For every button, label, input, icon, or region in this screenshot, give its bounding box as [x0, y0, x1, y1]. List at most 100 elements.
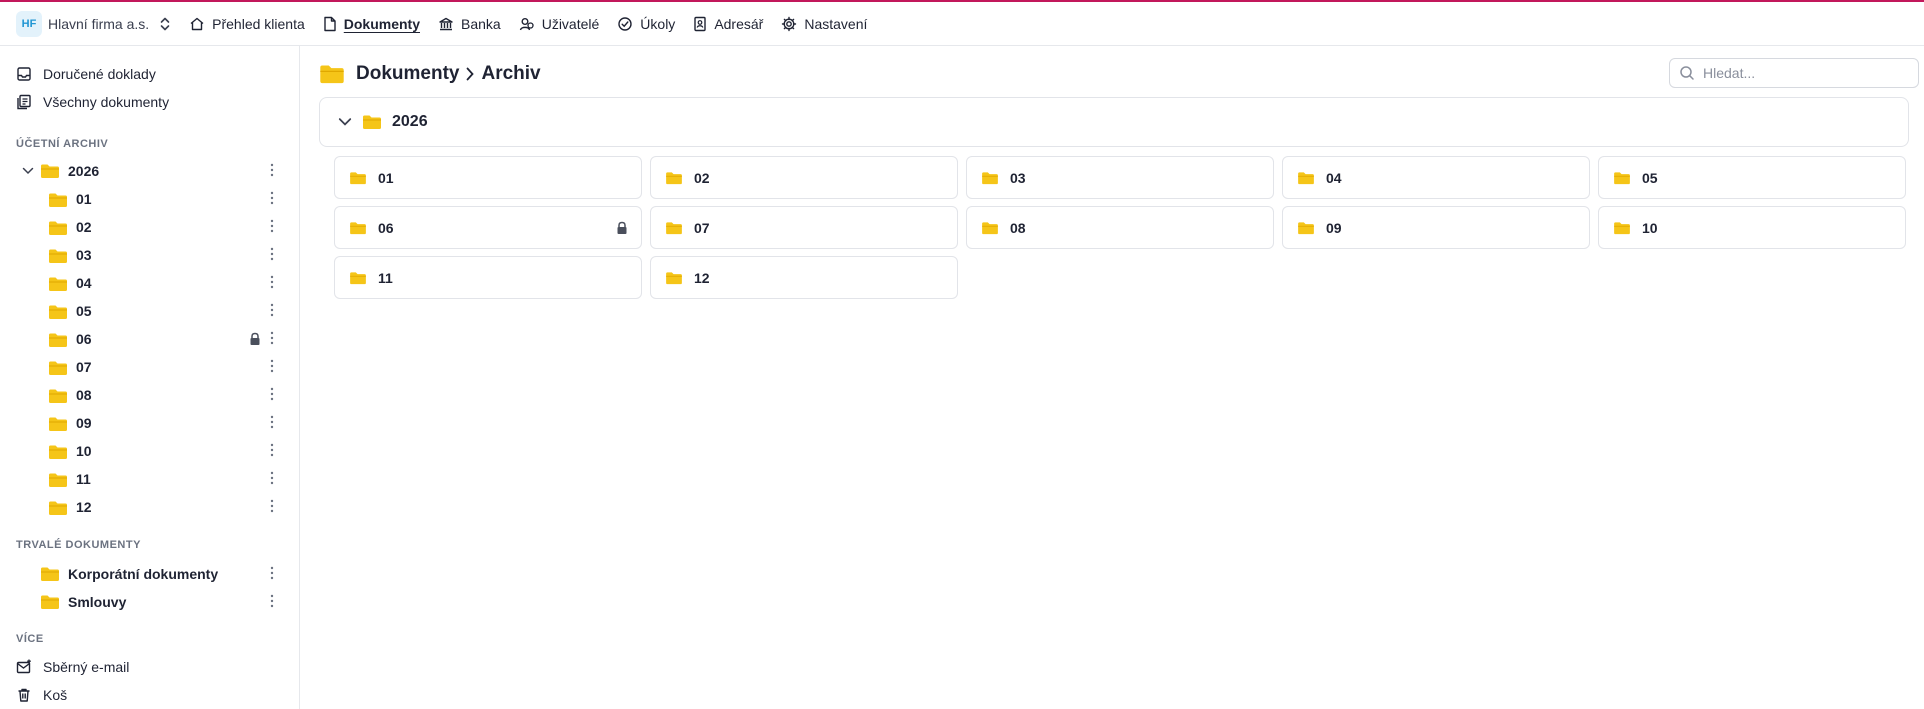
- company-switcher[interactable]: HF Hlavní firma a.s.: [16, 8, 171, 40]
- bank-icon: [439, 17, 453, 30]
- more-vertical-icon[interactable]: [270, 302, 274, 321]
- folder-icon: [40, 163, 60, 179]
- month-folder-label: 03: [1010, 169, 1026, 186]
- tree-item-month[interactable]: 04: [0, 270, 300, 296]
- tree-item-label: 08: [76, 387, 92, 403]
- folder-icon: [48, 360, 68, 376]
- folder-icon: [48, 248, 68, 264]
- tree-item-label: Smlouvy: [68, 594, 127, 610]
- nav-label: Přehled klienta: [212, 15, 305, 32]
- more-vertical-icon[interactable]: [270, 330, 274, 349]
- folder-icon: [320, 65, 344, 84]
- tree-item-korporatni-dokumenty[interactable]: Korporátní dokumenty: [0, 561, 300, 587]
- tree-item-smlouvy[interactable]: Smlouvy: [0, 589, 300, 615]
- more-vertical-icon[interactable]: [270, 498, 274, 517]
- nav-label: Nastavení: [804, 15, 868, 32]
- tree-item-month[interactable]: 03: [0, 242, 300, 268]
- chevron-down-icon[interactable]: [338, 115, 352, 129]
- nav-nastaveni[interactable]: Nastavení: [781, 16, 867, 32]
- folder-icon: [1613, 171, 1631, 185]
- more-vertical-icon[interactable]: [270, 593, 274, 612]
- month-folder-card[interactable]: 05: [1598, 156, 1906, 199]
- month-folder-label: 04: [1326, 169, 1342, 186]
- folder-icon: [48, 220, 68, 236]
- month-folder-card[interactable]: 11: [334, 256, 642, 299]
- tree-item-month[interactable]: 06: [0, 326, 300, 352]
- tree-item-year[interactable]: 2026: [0, 158, 300, 184]
- nav-dokumenty[interactable]: Dokumenty: [323, 16, 420, 32]
- month-folder-label: 12: [694, 269, 710, 286]
- nav-adresar[interactable]: Adresář: [693, 16, 763, 32]
- nav-prehled-klienta[interactable]: Přehled klienta: [189, 16, 305, 32]
- tree-item-label: 01: [76, 191, 92, 207]
- folder-icon: [981, 221, 999, 235]
- more-vertical-icon[interactable]: [270, 274, 274, 293]
- month-folder-card[interactable]: 10: [1598, 206, 1906, 249]
- more-vertical-icon[interactable]: [270, 414, 274, 433]
- month-folder-card[interactable]: 02: [650, 156, 958, 199]
- tree-item-month[interactable]: 07: [0, 354, 300, 380]
- nav-uzivatele[interactable]: Uživatelé: [519, 16, 599, 32]
- section-title-vice: VÍCE: [16, 633, 44, 645]
- month-folder-label: 10: [1642, 219, 1658, 236]
- tree-item-label: 05: [76, 303, 92, 319]
- more-vertical-icon[interactable]: [270, 358, 274, 377]
- tree-item-label: 12: [76, 499, 92, 515]
- month-folder-card[interactable]: 12: [650, 256, 958, 299]
- month-folder-label: 11: [378, 269, 393, 286]
- breadcrumb-root[interactable]: Dokumenty: [356, 63, 459, 85]
- sidebar-item-sberny-email[interactable]: Sběrný e-mail: [16, 656, 129, 678]
- tree-item-month[interactable]: 11: [0, 466, 300, 492]
- tree-item-label: 03: [76, 247, 92, 263]
- sidebar-item-label: Koš: [43, 687, 68, 703]
- month-folder-card[interactable]: 01: [334, 156, 642, 199]
- month-folder-card[interactable]: 09: [1282, 206, 1590, 249]
- documents-icon: [17, 94, 31, 110]
- sidebar-item-label: Sběrný e-mail: [43, 659, 130, 675]
- tree-item-month[interactable]: 08: [0, 382, 300, 408]
- sidebar-item-vsechny-dokumenty[interactable]: Všechny dokumenty: [16, 91, 169, 113]
- more-vertical-icon[interactable]: [270, 190, 274, 209]
- sidebar-item-label: Doručené doklady: [43, 66, 156, 82]
- month-folder-card[interactable]: 03: [966, 156, 1274, 199]
- tree-item-month[interactable]: 12: [0, 494, 300, 520]
- lock-icon: [616, 221, 628, 238]
- sidebar-item-dorucene-doklady[interactable]: Doručené doklady: [16, 63, 156, 85]
- month-folder-card[interactable]: 04: [1282, 156, 1590, 199]
- search-box[interactable]: [1669, 58, 1919, 88]
- tree-item-month[interactable]: 01: [0, 186, 300, 212]
- more-vertical-icon[interactable]: [270, 246, 274, 265]
- more-vertical-icon[interactable]: [270, 218, 274, 237]
- main-content: Dokumenty Archiv 2026 01 02 03 04 05 06 07 08 09…: [301, 46, 1924, 709]
- search-input[interactable]: [1703, 65, 1903, 81]
- month-folder-card[interactable]: 07: [650, 206, 958, 249]
- breadcrumb: Dokumenty Archiv: [319, 60, 541, 88]
- more-vertical-icon[interactable]: [270, 162, 274, 181]
- nav-ukoly[interactable]: Úkoly: [617, 16, 675, 32]
- tree-item-month[interactable]: 10: [0, 438, 300, 464]
- check-circle-icon: [618, 16, 632, 31]
- tree-item-month[interactable]: 05: [0, 298, 300, 324]
- address-book-icon: [694, 16, 707, 31]
- nav-banka[interactable]: Banka: [438, 16, 501, 32]
- tree-item-label: 10: [76, 443, 92, 459]
- chevron-down-icon[interactable]: [22, 165, 34, 177]
- tree-item-month[interactable]: 09: [0, 410, 300, 436]
- folder-icon: [349, 221, 367, 235]
- folder-icon: [48, 444, 68, 460]
- tree-item-label: 04: [76, 275, 92, 291]
- nav-label: Banka: [461, 15, 501, 32]
- gear-icon: [782, 16, 797, 31]
- month-folder-card[interactable]: 06: [334, 206, 642, 249]
- folder-icon: [1613, 221, 1631, 235]
- more-vertical-icon[interactable]: [270, 442, 274, 461]
- month-folder-card[interactable]: 08: [966, 206, 1274, 249]
- inbox-icon: [17, 67, 31, 81]
- more-vertical-icon[interactable]: [270, 565, 274, 584]
- year-accordion-header[interactable]: 2026: [319, 97, 1909, 147]
- more-vertical-icon[interactable]: [270, 386, 274, 405]
- tree-item-month[interactable]: 02: [0, 214, 300, 240]
- more-vertical-icon[interactable]: [270, 470, 274, 489]
- sidebar-item-kos[interactable]: Koš: [16, 684, 67, 706]
- breadcrumb-current: Archiv: [481, 63, 541, 84]
